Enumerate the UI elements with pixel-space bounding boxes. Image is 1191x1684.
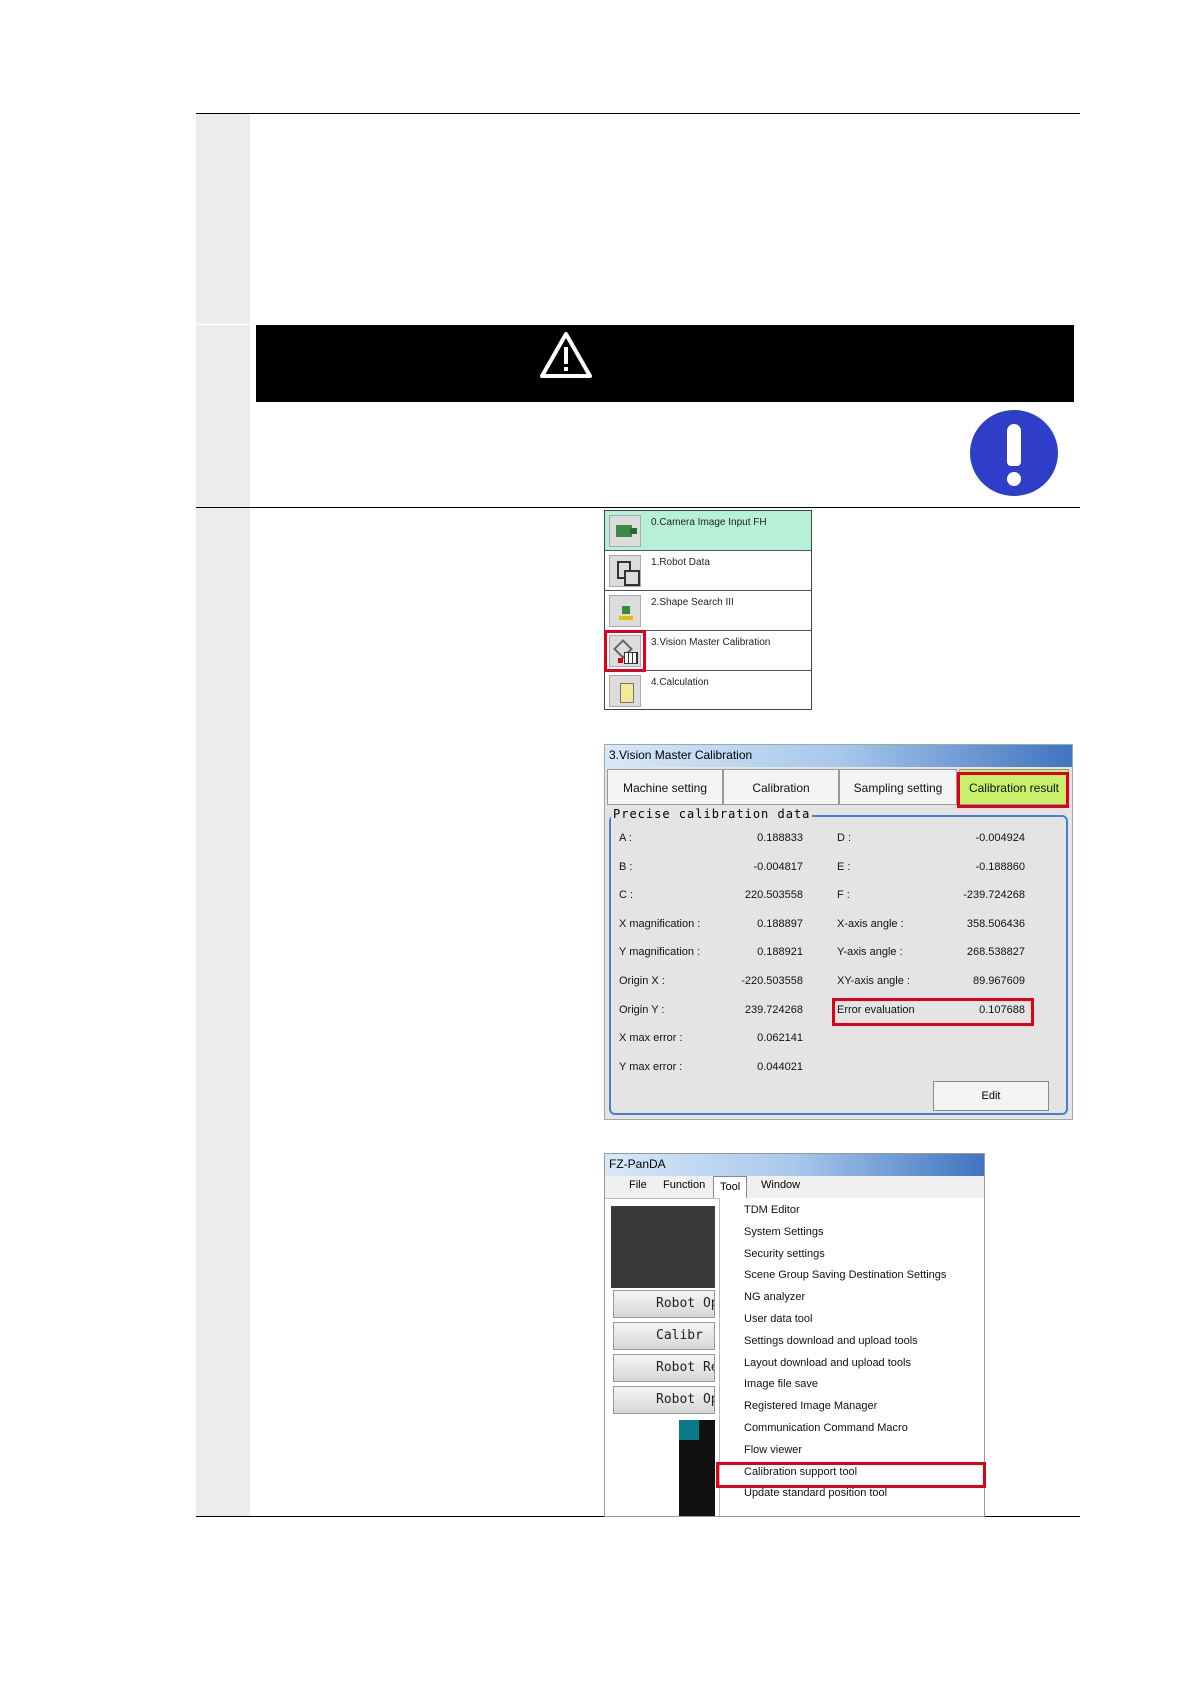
calibration-label: X-axis angle : [837,917,904,930]
highlight-calibration-support-tool [716,1462,986,1488]
calibration-value: -220.503558 [741,975,803,987]
calibration-value: -0.188860 [975,860,1025,873]
robot-reference-button[interactable]: Robot Ref. [613,1354,715,1382]
flow-item-label: 2.Shape Search III [651,597,734,608]
calibration-label: Origin Y : [619,1003,665,1016]
tool-menu-item[interactable]: Communication Command Macro [744,1422,908,1434]
robot-icon [609,555,641,587]
tool-menu-item[interactable]: Update standard position tool [744,1487,887,1499]
flow-item-label: 0.Camera Image Input FH [651,517,767,528]
window-title: FZ-PanDA [609,1157,666,1171]
tab-calibration[interactable]: Calibration [723,769,839,805]
calibration-label: B : [619,860,633,873]
calibration-label: Origin X : [619,975,665,987]
tool-menu-item[interactable]: Settings download and upload tools [744,1335,918,1347]
mandatory-action-icon [970,410,1058,496]
frame-title: Precise calibration data [611,807,813,821]
window-title: 3.Vision Master Calibration [609,748,753,762]
tool-menu-item[interactable]: Security settings [744,1248,825,1260]
info-panel [679,1420,715,1516]
calibration-label: Y-axis angle : [837,946,903,959]
calibration-value: 0.044021 [757,1060,803,1073]
robot-operation-button[interactable]: Robot Op [613,1290,715,1318]
tool-menu-item[interactable]: Registered Image Manager [744,1400,877,1412]
calibration-label: Y max error : [619,1060,683,1073]
tool-menu-item[interactable]: Scene Group Saving Destination Settings [744,1269,946,1281]
flow-item-camera[interactable]: 0.Camera Image Input FH [605,511,811,551]
calibration-label: XY-axis angle : [837,975,910,987]
tool-menu-item[interactable]: TDM Editor [744,1204,800,1216]
flow-item-label: 4.Calculation [651,677,709,688]
calibration-label: F : [837,889,850,902]
calibration-value: 268.538827 [966,946,1025,959]
window-titlebar: 3.Vision Master Calibration [605,745,1072,767]
tool-menu-item[interactable]: User data tool [744,1313,812,1325]
mid-rule [196,507,1080,508]
menu-bar: File Function Tool Window [605,1176,984,1199]
calibration-value: 0.188921 [757,946,803,959]
calculator-icon [609,675,641,707]
calibration-label: Error evaluation [837,1003,915,1016]
caution-banner [256,325,1074,402]
flow-item-label: 3.Vision Master Calibration [651,637,771,648]
calibration-value: 0.062141 [757,1032,803,1045]
calibration-value: -239.724268 [963,889,1025,902]
calibration-label: X magnification : [619,917,701,930]
warning-triangle-icon [540,332,592,378]
tab-machine-setting[interactable]: Machine setting [607,769,723,805]
shape-search-icon [609,595,641,627]
calibration-value: 0.188897 [757,917,803,930]
window-titlebar: FZ-PanDA [605,1154,984,1176]
calibration-label: A : [619,832,632,844]
calibration-value: 358.506436 [966,917,1025,930]
image-preview [611,1206,715,1288]
menu-tool[interactable]: Tool [713,1176,748,1198]
tool-menu-item[interactable]: Flow viewer [744,1444,802,1456]
tool-menu-item[interactable]: Layout download and upload tools [744,1357,911,1369]
flow-item-calculation[interactable]: 4.Calculation [605,671,811,710]
flow-list: 0.Camera Image Input FH 1.Robot Data 2.S… [604,510,812,710]
edit-button[interactable]: Edit [933,1081,1049,1111]
step-column [196,508,250,1516]
calibration-label: D : [837,832,852,844]
step-column [196,325,250,507]
flow-item-label: 1.Robot Data [651,557,710,568]
calibration-value: 0.107688 [979,1003,1025,1016]
calibration-button[interactable]: Calibr [613,1322,715,1350]
calibration-value: 220.503558 [744,889,803,902]
calibration-label: E : [837,860,851,873]
left-pane: Robot Op Calibr Robot Ref. Robot Opera [611,1206,715,1516]
top-rule [196,113,1080,114]
highlight-calibration-icon [604,630,646,672]
calibration-value: 0.188833 [757,832,803,844]
flow-item-robot-data[interactable]: 1.Robot Data [605,551,811,591]
calibration-value: 239.724268 [744,1003,803,1016]
calibration-value: -0.004924 [975,832,1025,844]
flow-item-shape-search[interactable]: 2.Shape Search III [605,591,811,631]
highlight-calibration-result-tab [957,772,1069,808]
calibration-value: 89.967609 [973,975,1025,987]
tool-menu-item[interactable]: System Settings [744,1226,823,1238]
step-column [196,114,250,324]
tab-sampling-setting[interactable]: Sampling setting [839,769,957,805]
menu-window[interactable]: Window [761,1179,800,1191]
calibration-label: X max error : [619,1032,683,1045]
camera-icon [609,515,641,547]
calibration-label: C : [619,889,634,902]
menu-file[interactable]: File [629,1179,647,1191]
tool-menu-item[interactable]: NG analyzer [744,1291,805,1303]
calibration-label: Y magnification : [619,946,701,959]
robot-operation-2-button[interactable]: Robot Opera [613,1386,715,1414]
calibration-window: 3.Vision Master Calibration Machine sett… [604,744,1073,1120]
calibration-value: -0.004817 [753,860,803,873]
menu-function[interactable]: Function [663,1179,705,1191]
tool-menu-item[interactable]: Image file save [744,1378,818,1390]
